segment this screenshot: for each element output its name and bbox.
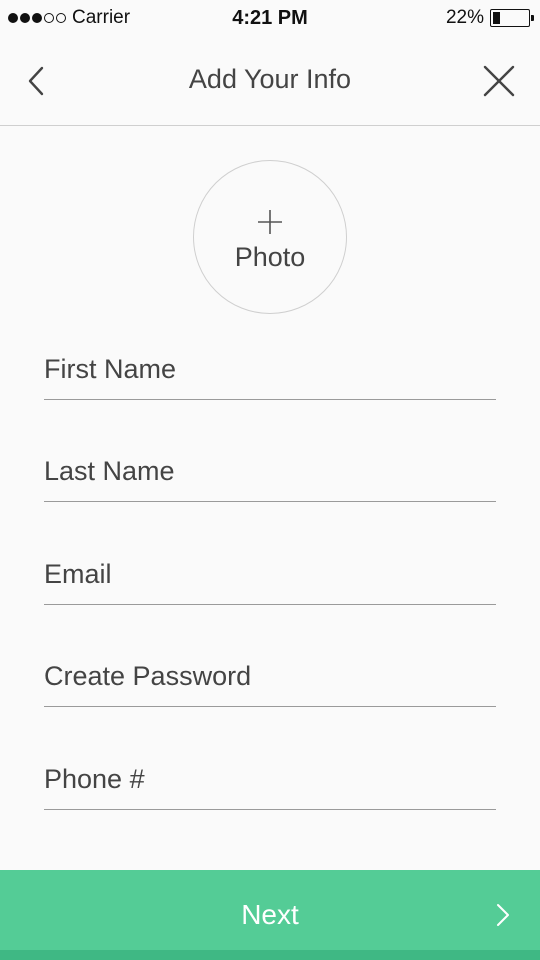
signal-dot — [8, 13, 18, 23]
photo-label: Photo — [234, 241, 306, 272]
next-button-label: Next — [241, 899, 299, 930]
email-input[interactable] — [44, 545, 496, 604]
battery-icon — [490, 9, 534, 27]
carrier-label: Carrier — [72, 7, 131, 28]
close-icon[interactable] — [482, 64, 516, 98]
status-bar: Carrier 4:21 PM 22% — [0, 0, 540, 36]
next-button[interactable]: Next — [0, 870, 540, 960]
plus-icon — [256, 208, 284, 236]
page-title: Add Your Info — [188, 64, 352, 94]
battery-fill — [493, 12, 501, 24]
next-button-shadow — [0, 950, 540, 960]
create-password-input[interactable] — [44, 647, 496, 706]
signal-dot — [44, 13, 54, 23]
signal-strength-icon — [8, 13, 66, 23]
email-field-container — [44, 545, 496, 605]
last-name-field-container — [44, 442, 496, 502]
signal-dot — [56, 13, 66, 23]
add-photo-button[interactable]: Photo — [193, 160, 347, 314]
first-name-input[interactable] — [44, 340, 496, 399]
battery-percent: 22% — [445, 7, 484, 28]
first-name-field-container — [44, 340, 496, 400]
signal-dot — [20, 13, 30, 23]
chevron-right-icon — [494, 903, 512, 927]
status-left: Carrier — [8, 7, 130, 29]
phone-input[interactable] — [44, 750, 496, 809]
nav-bar: Add Your Info — [0, 36, 540, 126]
signal-dot — [32, 13, 42, 23]
phone-field-container — [44, 750, 496, 810]
last-name-input[interactable] — [44, 442, 496, 501]
status-right: 22% — [445, 7, 534, 29]
password-field-container — [44, 647, 496, 707]
